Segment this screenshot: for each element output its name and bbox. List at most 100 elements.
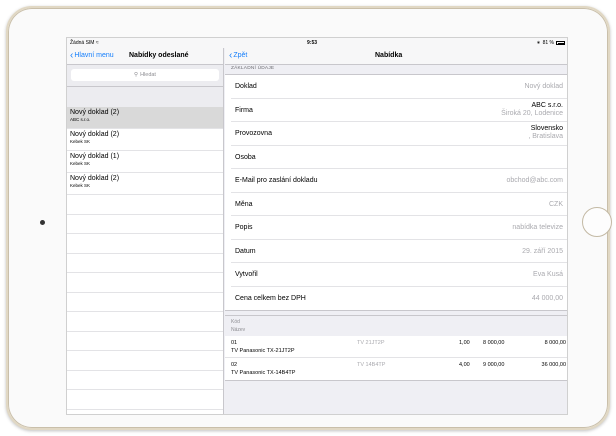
table-row[interactable]: 01 TV Panasonic TX-21JT2P TV 21JT2P 1,00…: [225, 336, 567, 358]
bluetooth-icon: ∗: [536, 40, 541, 46]
list-item[interactable]: Nový doklad (2) Kebek SK: [67, 173, 223, 195]
battery-icon: [556, 41, 565, 45]
home-button[interactable]: [582, 207, 612, 237]
field-label: Popis: [235, 224, 253, 231]
offer-form: Doklad Nový doklad Firma ABC s.r.o. Širo…: [225, 74, 567, 311]
empty-row: [67, 254, 223, 273]
list-item[interactable]: Nový doklad (2) Kebek SK: [67, 129, 223, 151]
field-label: Cena celkem bez DPH: [235, 294, 306, 302]
empty-row: [67, 351, 223, 371]
search-input[interactable]: ⚲ Hledat: [71, 69, 219, 81]
empty-row: [67, 234, 223, 254]
field-label: Vytvořil: [235, 271, 258, 278]
detail-navbar: ‹ Zpět Nabídka: [225, 48, 567, 65]
chevron-left-icon: ‹: [229, 50, 233, 61]
item-name: TV Panasonic TX-21JT2P: [231, 348, 295, 354]
document-company: Kebek SK: [70, 161, 91, 166]
back-label: Zpět: [233, 52, 248, 59]
clock: 9:53: [307, 40, 318, 46]
back-to-main-menu-button[interactable]: ‹ Hlavní menu: [70, 50, 114, 61]
empty-row: [67, 293, 223, 312]
field-datum[interactable]: Datum 29. září 2015: [231, 240, 567, 263]
item-code: 01: [231, 340, 238, 346]
field-mena[interactable]: Měna CZK: [231, 193, 567, 216]
field-label: Firma: [235, 106, 253, 114]
back-button[interactable]: ‹ Zpět: [229, 50, 248, 61]
document-title: Nový doklad (1): [70, 153, 120, 160]
field-provozovna[interactable]: Provozovna Slovensko , Bratislava: [231, 122, 567, 146]
chevron-left-icon: ‹: [70, 50, 74, 61]
document-company: Kebek SK: [70, 183, 91, 188]
list-spacer: [67, 87, 223, 107]
field-value: nabídka televize: [512, 224, 563, 231]
document-company: ABC s.r.o.: [70, 117, 91, 122]
item-total: 8 000,00: [544, 340, 566, 346]
empty-row: [67, 390, 223, 410]
table-row[interactable]: 02 TV Panasonic TX-14B4TP TV 14B4TP 4,00…: [225, 358, 567, 380]
field-osoba[interactable]: Osoba: [231, 146, 567, 169]
item-quantity: 4,00: [459, 362, 470, 368]
field-value: Eva Kusá: [533, 271, 563, 278]
item-catalog: TV 14B4TP: [357, 362, 386, 368]
field-value: Slovensko , Bratislava: [528, 125, 563, 141]
field-value: CZK: [549, 200, 563, 208]
battery-percent: 81 %: [542, 40, 554, 46]
carrier-label: Žádná SIM ≈: [70, 40, 99, 46]
column-name-header: Název: [231, 327, 246, 333]
item-unit-price: 9 000,00: [483, 362, 505, 368]
field-value: 29. září 2015: [522, 247, 563, 255]
field-value: Nový doklad: [524, 83, 563, 90]
field-label: Provozovna: [235, 130, 272, 137]
item-code: 02: [231, 362, 238, 368]
document-title: Nový doklad (2): [70, 175, 120, 182]
master-pane: ‹ Hlavní menu Nabídky odeslané ⚲ Hledat …: [67, 48, 224, 414]
field-value: 44 000,00: [531, 294, 563, 302]
empty-row: [67, 215, 223, 234]
field-value: obchod@abc.com: [506, 177, 563, 184]
back-label: Hlavní menu: [74, 52, 114, 59]
field-email[interactable]: E-Mail pro zaslání dokladu obchod@abc.co…: [231, 169, 567, 193]
column-code-header: Kód: [231, 319, 240, 325]
battery-indicator: ∗ 81 %: [536, 40, 565, 46]
field-value: ABC s.r.o. Široká 20, Lodenice: [501, 102, 563, 118]
document-title: Nový doklad (2): [70, 131, 120, 138]
master-navbar: ‹ Hlavní menu Nabídky odeslané: [67, 48, 223, 65]
company-address: Široká 20, Lodenice: [501, 109, 563, 117]
company-name: ABC s.r.o.: [531, 101, 563, 109]
list-item[interactable]: Nový doklad (1) Kebek SK: [67, 151, 223, 173]
field-popis[interactable]: Popis nabídka televize: [231, 216, 567, 240]
field-label: E-Mail pro zaslání dokladu: [235, 177, 318, 184]
front-camera: [40, 220, 45, 225]
item-catalog: TV 21JT2P: [357, 340, 385, 346]
search-icon: ⚲: [134, 72, 139, 78]
status-bar: Žádná SIM ≈ 9:53 ∗ 81 %: [67, 38, 567, 48]
field-firma[interactable]: Firma ABC s.r.o. Široká 20, Lodenice: [231, 99, 567, 122]
section-header: ZÁKLADNÍ ÚDAJE: [231, 66, 275, 71]
ipad-frame: Žádná SIM ≈ 9:53 ∗ 81 % ‹ Hlavní menu Na…: [6, 6, 612, 430]
wifi-icon: ≈: [95, 40, 99, 46]
document-company: Kebek SK: [70, 139, 91, 144]
items-table: Kód Název 01 TV Panasonic TX-21JT2P TV 2…: [225, 315, 567, 381]
field-vytvoril[interactable]: Vytvořil Eva Kusá: [231, 263, 567, 287]
branch-name: Slovensko: [530, 125, 563, 132]
detail-title: Nabídka: [375, 52, 403, 59]
branch-city: , Bratislava: [528, 133, 563, 140]
items-header: Kód Název: [225, 316, 567, 336]
field-doklad[interactable]: Doklad Nový doklad: [231, 75, 567, 99]
field-label: Doklad: [235, 83, 257, 90]
empty-row: [67, 332, 223, 351]
master-title: Nabídky odeslané: [129, 52, 189, 59]
field-label: Měna: [235, 200, 253, 208]
detail-pane: ‹ Zpět Nabídka ZÁKLADNÍ ÚDAJE Doklad Nov…: [225, 48, 567, 414]
empty-row: [67, 312, 223, 332]
document-title: Nový doklad (2): [70, 109, 120, 116]
field-label: Osoba: [235, 153, 256, 161]
document-list: Nový doklad (2) ABC s.r.o. Nový doklad (…: [67, 107, 223, 410]
item-total: 36 000,00: [541, 362, 566, 368]
empty-row: [67, 273, 223, 293]
list-item[interactable]: Nový doklad (2) ABC s.r.o.: [67, 107, 223, 129]
item-quantity: 1,00: [459, 340, 470, 346]
empty-row: [67, 195, 223, 215]
empty-row: [67, 371, 223, 390]
field-cena[interactable]: Cena celkem bez DPH 44 000,00: [231, 287, 567, 311]
